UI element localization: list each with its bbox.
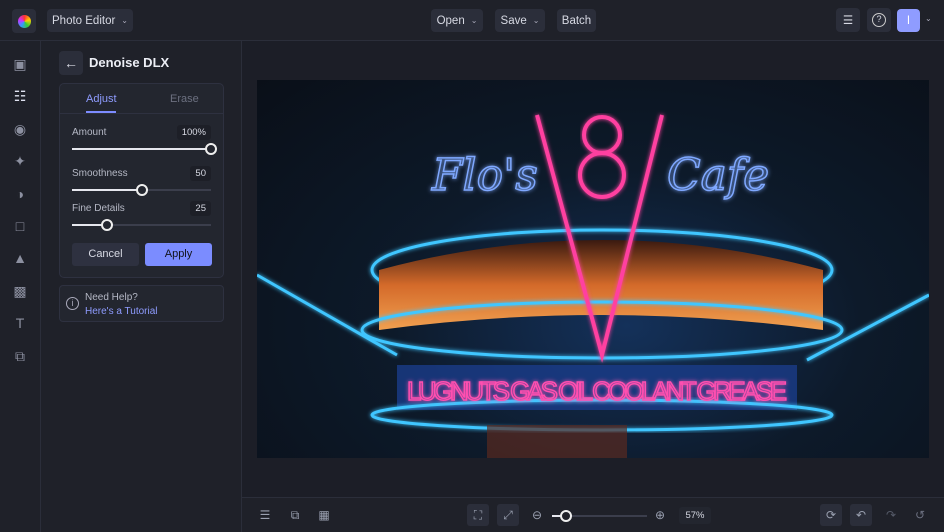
zoom-out-icon[interactable]: ⊖ — [526, 504, 548, 526]
shapes-icon[interactable]: ▲ — [11, 249, 29, 267]
sign-lettering: LUGNUTS GAS OIL COOLANT GREASE — [407, 376, 787, 406]
zoom-slider[interactable] — [552, 510, 647, 522]
save-button[interactable]: Save ⌄ — [495, 9, 545, 32]
overlay-icon[interactable]: ⧉ — [11, 347, 29, 365]
slider-fill — [72, 148, 211, 150]
photo-editor-menu[interactable]: Photo Editor ⌄ — [47, 9, 133, 32]
eye-icon[interactable]: ◉ — [11, 120, 29, 138]
tab-adjust[interactable]: Adjust — [86, 93, 117, 105]
compare-icon[interactable]: ⧉ — [284, 504, 306, 526]
cancel-button[interactable]: Cancel — [72, 243, 139, 266]
rotate-icon[interactable]: ⟳ — [820, 504, 842, 526]
denoise-panel: ← Denoise DLX Adjust Erase Amount 100% S… — [41, 41, 242, 532]
comments-button[interactable]: ☰ — [836, 8, 860, 32]
neon-sign-image: LUGNUTS GAS OIL COOLANT GREASE Flo's Caf… — [257, 114, 929, 458]
fit-screen-icon[interactable]: ⛶ — [467, 504, 489, 526]
slider-knob[interactable] — [100, 219, 113, 231]
zoom-percent[interactable]: 57% — [679, 507, 711, 524]
open-label: Open — [436, 14, 465, 27]
help-button[interactable]: ? — [867, 8, 891, 32]
adjust-sliders-icon[interactable]: ☷ — [11, 87, 29, 105]
image-icon[interactable]: ▣ — [11, 55, 29, 73]
logo-icon — [17, 14, 31, 28]
layers-icon[interactable]: ☰ — [254, 504, 276, 526]
bottom-toolbar: ☰ ⧉ ▦ ⛶ ⤢ ⊖ ⊕ 57% ⟳ ↶ ↷ ↺ — [242, 497, 944, 532]
redo-icon[interactable]: ↷ — [880, 504, 902, 526]
help-box: i Need Help? Here's a Tutorial — [59, 285, 224, 322]
sparkle-icon[interactable]: ✦ — [11, 152, 29, 170]
panel-title: Denoise DLX — [89, 55, 170, 70]
batch-button[interactable]: Batch — [557, 9, 596, 32]
fine-details-value[interactable]: 25 — [190, 201, 211, 216]
apply-button[interactable]: Apply — [145, 243, 212, 266]
info-icon: i — [66, 297, 79, 310]
chevron-down-icon: ⌄ — [470, 16, 478, 25]
grid-icon[interactable]: ▦ — [313, 504, 335, 526]
amount-slider[interactable] — [72, 143, 217, 155]
help-title: Need Help? — [85, 292, 138, 303]
tab-erase[interactable]: Erase — [170, 93, 199, 105]
chat-icon: ☰ — [842, 15, 854, 27]
text-icon[interactable]: T — [11, 314, 29, 332]
history-icon[interactable]: ↺ — [909, 504, 931, 526]
adjust-card: Adjust Erase Amount 100% Smoothness 50 F… — [59, 83, 224, 278]
tool-rail: ▣ ☷ ◉ ✦ ◑ □ ▲ ▩ T ⧉ — [0, 41, 41, 532]
fine-details-label: Fine Details — [72, 203, 125, 214]
smoothness-slider[interactable] — [72, 184, 211, 196]
frame-icon[interactable]: □ — [11, 217, 29, 235]
texture-icon[interactable]: ▩ — [11, 282, 29, 300]
smoothness-label: Smoothness — [72, 168, 128, 179]
amount-value[interactable]: 100% — [176, 125, 211, 140]
account-chevron-icon[interactable]: ⌄ — [925, 14, 932, 23]
undo-icon[interactable]: ↶ — [850, 504, 872, 526]
slider-knob[interactable] — [135, 184, 148, 196]
slider-fill — [72, 189, 142, 191]
top-bar: Photo Editor ⌄ Open ⌄ Save ⌄ Batch ☰ ? I ⌄ — [0, 0, 944, 41]
arrow-left-icon: ← — [64, 55, 78, 71]
photo-editor-label: Photo Editor — [52, 14, 116, 27]
svg-text:Cafe: Cafe — [667, 150, 769, 201]
avatar-initial: I — [906, 14, 911, 27]
actual-size-icon[interactable]: ⤢ — [497, 504, 519, 526]
open-button[interactable]: Open ⌄ — [431, 9, 483, 32]
divider — [60, 113, 223, 114]
zoom-in-icon[interactable]: ⊕ — [649, 504, 671, 526]
avatar[interactable]: I — [897, 9, 920, 32]
tutorial-link[interactable]: Here's a Tutorial — [85, 306, 158, 317]
slider-knob[interactable] — [205, 143, 217, 155]
batch-label: Batch — [561, 14, 592, 27]
svg-text:Flo's: Flo's — [431, 150, 538, 201]
save-label: Save — [500, 14, 527, 27]
fine-details-slider[interactable] — [72, 219, 211, 231]
app-logo[interactable] — [12, 9, 36, 33]
zoom-slider-knob[interactable] — [559, 510, 572, 522]
smoothness-value[interactable]: 50 — [190, 166, 211, 181]
chevron-down-icon: ⌄ — [121, 16, 128, 25]
amount-label: Amount — [72, 127, 107, 138]
chevron-down-icon: ⌄ — [532, 16, 540, 25]
palette-icon[interactable]: ◑ — [11, 185, 29, 203]
back-button[interactable]: ← — [59, 51, 83, 75]
help-icon: ? — [872, 13, 886, 27]
photo-canvas[interactable]: LUGNUTS GAS OIL COOLANT GREASE Flo's Caf… — [257, 80, 929, 458]
